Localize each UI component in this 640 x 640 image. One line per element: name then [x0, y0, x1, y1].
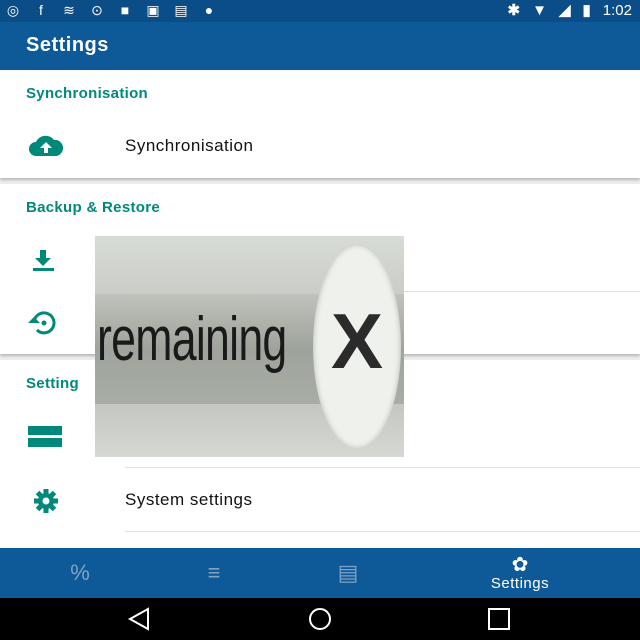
- app-bar: Settings: [0, 22, 640, 70]
- wifi-icon: ▼: [532, 1, 547, 19]
- nav-label: Settings: [490, 575, 550, 592]
- recents-icon[interactable]: [480, 606, 520, 632]
- section-header: Synchronisation: [26, 85, 149, 102]
- nav-item-percent[interactable]: %: [20, 548, 140, 598]
- system-nav-bar: [0, 598, 640, 640]
- divider: [125, 531, 640, 532]
- setting-system-settings[interactable]: System settings: [0, 470, 640, 532]
- close-icon: X: [331, 297, 384, 385]
- page-title: Settings: [26, 34, 109, 56]
- home-icon[interactable]: [300, 606, 340, 632]
- facebook-icon: f: [39, 2, 43, 18]
- ring-icon: ◎: [6, 2, 20, 18]
- percent-icon: %: [70, 560, 90, 585]
- bluetooth-icon: ✱: [507, 2, 521, 19]
- android-icon: ●: [204, 2, 214, 18]
- setting-synchronisation[interactable]: Synchronisation: [0, 116, 640, 178]
- battery-icon: ▮: [582, 2, 591, 19]
- back-icon[interactable]: [120, 606, 160, 632]
- nav-item-server[interactable]: ▤: [288, 548, 408, 598]
- alarm-icon: ⊙: [91, 2, 103, 18]
- ad-close-button[interactable]: X: [313, 244, 401, 449]
- storage-icon: [28, 426, 62, 447]
- restore-icon: [28, 311, 56, 335]
- signal-icon: ◢: [558, 2, 571, 19]
- notification-icons: ◎ f ≋ ⊙ ■ ▣ ▤ ●: [4, 2, 218, 18]
- gear-icon: ✿: [511, 554, 529, 576]
- system-status-icons: ✱ ▼ ◢ ▮ 1:02: [507, 1, 632, 20]
- section-synchronisation: Synchronisation Synchronisation: [0, 70, 640, 178]
- setting-label: Synchronisation: [125, 136, 254, 155]
- server-icon: ▤: [337, 560, 359, 585]
- section-header: Setting: [26, 375, 79, 392]
- ad-overlay[interactable]: remaining X: [95, 236, 404, 457]
- nav-item-settings[interactable]: ✿ Settings: [460, 548, 580, 598]
- wave-icon: ≋: [63, 2, 75, 18]
- section-header: Backup & Restore: [26, 199, 161, 216]
- photo-icon: ▣: [146, 2, 160, 18]
- lock-icon: ■: [120, 2, 130, 18]
- ad-text: remaining: [97, 305, 287, 374]
- nav-item-list[interactable]: ≡: [154, 548, 274, 598]
- status-time: 1:02: [602, 1, 632, 19]
- list-icon: ≡: [207, 560, 221, 585]
- divider: [125, 467, 640, 468]
- status-bar: ◎ f ≋ ⊙ ■ ▣ ▤ ● ✱ ▼ ◢ ▮ 1:02: [0, 0, 640, 22]
- cloud-upload-icon: [29, 135, 64, 156]
- gear-icon: [34, 489, 58, 513]
- setting-label: System settings: [125, 490, 253, 509]
- bottom-nav: % ≡ ▤ ✿ Settings: [0, 548, 640, 598]
- briefcase-icon: ▤: [174, 2, 188, 18]
- download-icon: [33, 250, 54, 271]
